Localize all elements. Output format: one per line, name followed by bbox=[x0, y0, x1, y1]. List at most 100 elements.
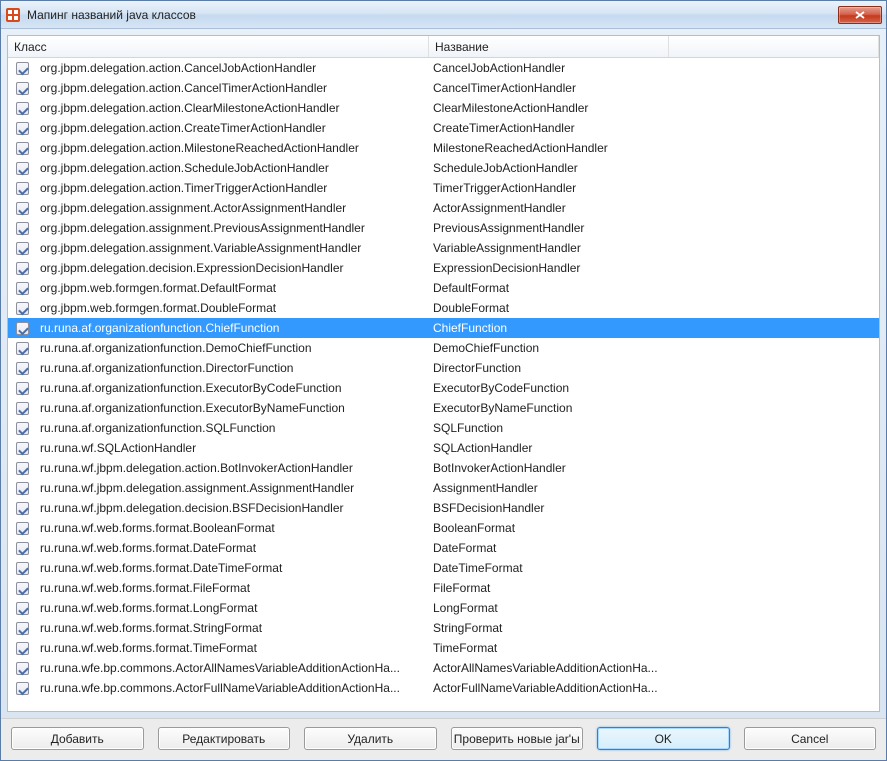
row-checkbox[interactable] bbox=[16, 222, 29, 235]
table-row[interactable]: org.jbpm.delegation.action.CancelTimerAc… bbox=[8, 78, 879, 98]
row-class: org.jbpm.delegation.assignment.ActorAssi… bbox=[36, 201, 429, 215]
check-new-jars-button[interactable]: Проверить новые jar'ы bbox=[451, 727, 584, 750]
table-row[interactable]: ru.runa.wf.SQLActionHandlerSQLActionHand… bbox=[8, 438, 879, 458]
row-checkbox-cell bbox=[8, 142, 36, 155]
table-row[interactable]: ru.runa.wfe.bp.commons.ActorAllNamesVari… bbox=[8, 658, 879, 678]
row-class: ru.runa.wf.web.forms.format.LongFormat bbox=[36, 601, 429, 615]
close-button[interactable] bbox=[838, 6, 882, 24]
table-row[interactable]: ru.runa.wf.web.forms.format.DateTimeForm… bbox=[8, 558, 879, 578]
row-name: ActorAssignmentHandler bbox=[429, 201, 669, 215]
row-checkbox-cell bbox=[8, 182, 36, 195]
row-checkbox[interactable] bbox=[16, 602, 29, 615]
table-row[interactable]: ru.runa.wf.web.forms.format.LongFormatLo… bbox=[8, 598, 879, 618]
table-row[interactable]: ru.runa.wf.web.forms.format.StringFormat… bbox=[8, 618, 879, 638]
row-name: DemoChiefFunction bbox=[429, 341, 669, 355]
row-checkbox[interactable] bbox=[16, 322, 29, 335]
row-checkbox[interactable] bbox=[16, 402, 29, 415]
row-checkbox-cell bbox=[8, 522, 36, 535]
row-class: ru.runa.af.organizationfunction.Executor… bbox=[36, 381, 429, 395]
table-row[interactable]: org.jbpm.delegation.action.MilestoneReac… bbox=[8, 138, 879, 158]
table-row[interactable]: org.jbpm.delegation.action.CancelJobActi… bbox=[8, 58, 879, 78]
row-checkbox[interactable] bbox=[16, 382, 29, 395]
column-header-name[interactable]: Название bbox=[429, 36, 669, 57]
row-checkbox[interactable] bbox=[16, 122, 29, 135]
row-checkbox[interactable] bbox=[16, 282, 29, 295]
column-header-class[interactable]: Класс bbox=[8, 36, 429, 57]
table-row[interactable]: ru.runa.wf.web.forms.format.DateFormatDa… bbox=[8, 538, 879, 558]
table-row[interactable]: ru.runa.wf.web.forms.format.BooleanForma… bbox=[8, 518, 879, 538]
table-row[interactable]: org.jbpm.delegation.decision.ExpressionD… bbox=[8, 258, 879, 278]
table-row[interactable]: ru.runa.wf.web.forms.format.FileFormatFi… bbox=[8, 578, 879, 598]
row-checkbox[interactable] bbox=[16, 462, 29, 475]
row-checkbox[interactable] bbox=[16, 182, 29, 195]
row-name: ExpressionDecisionHandler bbox=[429, 261, 669, 275]
cancel-button[interactable]: Cancel bbox=[744, 727, 877, 750]
row-checkbox[interactable] bbox=[16, 62, 29, 75]
row-name: FileFormat bbox=[429, 581, 669, 595]
row-checkbox[interactable] bbox=[16, 542, 29, 555]
row-class: ru.runa.wf.web.forms.format.DateTimeForm… bbox=[36, 561, 429, 575]
row-checkbox[interactable] bbox=[16, 482, 29, 495]
row-checkbox-cell bbox=[8, 382, 36, 395]
row-name: VariableAssignmentHandler bbox=[429, 241, 669, 255]
row-checkbox[interactable] bbox=[16, 642, 29, 655]
row-class: org.jbpm.delegation.action.CancelJobActi… bbox=[36, 61, 429, 75]
row-checkbox[interactable] bbox=[16, 202, 29, 215]
table-row[interactable]: org.jbpm.web.formgen.format.DoubleFormat… bbox=[8, 298, 879, 318]
titlebar[interactable]: Мапинг названий java классов bbox=[1, 1, 886, 29]
table-row[interactable]: ru.runa.wfe.bp.commons.ActorFullNameVari… bbox=[8, 678, 879, 698]
row-checkbox-cell bbox=[8, 422, 36, 435]
table-row[interactable]: org.jbpm.delegation.action.TimerTriggerA… bbox=[8, 178, 879, 198]
add-button[interactable]: Добавить bbox=[11, 727, 144, 750]
row-checkbox-cell bbox=[8, 462, 36, 475]
table-row[interactable]: org.jbpm.delegation.assignment.VariableA… bbox=[8, 238, 879, 258]
row-checkbox[interactable] bbox=[16, 502, 29, 515]
table-row[interactable]: ru.runa.wf.jbpm.delegation.action.BotInv… bbox=[8, 458, 879, 478]
row-checkbox[interactable] bbox=[16, 442, 29, 455]
table-row[interactable]: org.jbpm.delegation.action.ScheduleJobAc… bbox=[8, 158, 879, 178]
row-checkbox[interactable] bbox=[16, 142, 29, 155]
table-row[interactable]: ru.runa.af.organizationfunction.ChiefFun… bbox=[8, 318, 879, 338]
row-checkbox[interactable] bbox=[16, 682, 29, 695]
table-row[interactable]: ru.runa.wf.jbpm.delegation.assignment.As… bbox=[8, 478, 879, 498]
row-checkbox[interactable] bbox=[16, 262, 29, 275]
row-checkbox[interactable] bbox=[16, 82, 29, 95]
row-checkbox-cell bbox=[8, 342, 36, 355]
row-checkbox-cell bbox=[8, 322, 36, 335]
row-checkbox[interactable] bbox=[16, 562, 29, 575]
row-checkbox[interactable] bbox=[16, 102, 29, 115]
row-class: ru.runa.af.organizationfunction.DemoChie… bbox=[36, 341, 429, 355]
table-row[interactable]: ru.runa.wf.web.forms.format.TimeFormatTi… bbox=[8, 638, 879, 658]
row-checkbox[interactable] bbox=[16, 362, 29, 375]
ok-button[interactable]: OK bbox=[597, 727, 730, 750]
row-checkbox[interactable] bbox=[16, 582, 29, 595]
row-class: org.jbpm.delegation.action.MilestoneReac… bbox=[36, 141, 429, 155]
table-row[interactable]: org.jbpm.delegation.action.CreateTimerAc… bbox=[8, 118, 879, 138]
table-body[interactable]: org.jbpm.delegation.action.CancelJobActi… bbox=[8, 58, 879, 711]
row-class: ru.runa.wf.web.forms.format.BooleanForma… bbox=[36, 521, 429, 535]
row-checkbox[interactable] bbox=[16, 662, 29, 675]
table-row[interactable]: org.jbpm.delegation.assignment.PreviousA… bbox=[8, 218, 879, 238]
row-checkbox[interactable] bbox=[16, 622, 29, 635]
row-checkbox-cell bbox=[8, 502, 36, 515]
table-row[interactable]: ru.runa.af.organizationfunction.Executor… bbox=[8, 398, 879, 418]
row-checkbox[interactable] bbox=[16, 522, 29, 535]
row-checkbox-cell bbox=[8, 62, 36, 75]
delete-button[interactable]: Удалить bbox=[304, 727, 437, 750]
row-checkbox[interactable] bbox=[16, 422, 29, 435]
table-row[interactable]: org.jbpm.delegation.assignment.ActorAssi… bbox=[8, 198, 879, 218]
table-row[interactable]: ru.runa.af.organizationfunction.Executor… bbox=[8, 378, 879, 398]
edit-button[interactable]: Редактировать bbox=[158, 727, 291, 750]
table-row[interactable]: org.jbpm.web.formgen.format.DefaultForma… bbox=[8, 278, 879, 298]
table-row[interactable]: ru.runa.af.organizationfunction.DemoChie… bbox=[8, 338, 879, 358]
table-row[interactable]: ru.runa.af.organizationfunction.Director… bbox=[8, 358, 879, 378]
row-class: ru.runa.wf.jbpm.delegation.action.BotInv… bbox=[36, 461, 429, 475]
row-checkbox-cell bbox=[8, 122, 36, 135]
row-checkbox[interactable] bbox=[16, 342, 29, 355]
row-checkbox[interactable] bbox=[16, 302, 29, 315]
row-checkbox[interactable] bbox=[16, 242, 29, 255]
table-row[interactable]: org.jbpm.delegation.action.ClearMileston… bbox=[8, 98, 879, 118]
row-checkbox[interactable] bbox=[16, 162, 29, 175]
table-row[interactable]: ru.runa.wf.jbpm.delegation.decision.BSFD… bbox=[8, 498, 879, 518]
table-row[interactable]: ru.runa.af.organizationfunction.SQLFunct… bbox=[8, 418, 879, 438]
